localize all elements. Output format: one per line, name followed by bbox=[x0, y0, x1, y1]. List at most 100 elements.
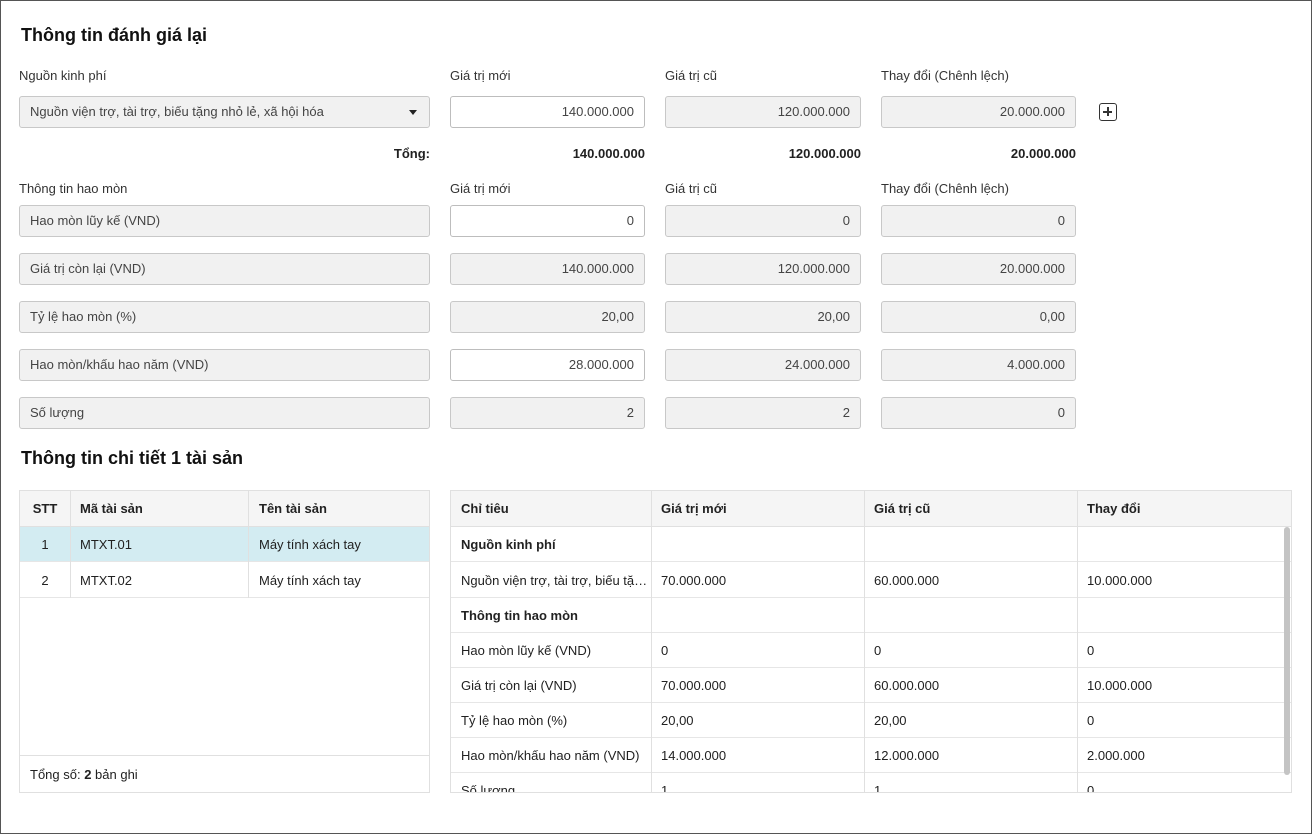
source-change-field: 20.000.000 bbox=[881, 96, 1076, 128]
asset-table: STT Mã tài sản Tên tài sản 1 MTXT.01 Máy… bbox=[19, 490, 430, 793]
total-change-value: 20.000.000 bbox=[1010, 146, 1076, 161]
row-indicator: Nguồn viện trợ, tài trợ, biếu tặng nhỏ l… bbox=[461, 573, 649, 588]
section-title-detail: Thông tin chi tiết 1 tài sản bbox=[21, 448, 244, 468]
total-old-value: 120.000.000 bbox=[788, 146, 861, 161]
row-change: 10.000.000 bbox=[1087, 678, 1153, 693]
source-old-value-field: 120.000.000 bbox=[665, 96, 861, 128]
row-stt: 1 bbox=[41, 537, 49, 552]
dep-quantity-change: 0 bbox=[881, 397, 1076, 429]
asset-table-header: STT Mã tài sản Tên tài sản bbox=[20, 491, 429, 527]
dep-label-annual: Hao mòn/khấu hao năm (VND) bbox=[19, 349, 430, 381]
row-asset-name: Máy tính xách tay bbox=[259, 537, 361, 552]
row-new: 0 bbox=[661, 643, 669, 658]
column-divider bbox=[1077, 491, 1078, 792]
dep-annual-change: 4.000.000 bbox=[881, 349, 1076, 381]
dep-label-quantity: Số lượng bbox=[19, 397, 430, 429]
label-dep-change: Thay đổi (Chênh lệch) bbox=[881, 181, 1009, 196]
asset-table-footer: Tổng số: 2 bản ghi bbox=[20, 755, 429, 792]
funding-source-select-value: Nguồn viện trợ, tài trợ, biếu tặng nhỏ l… bbox=[30, 104, 324, 119]
dep-remaining-new: 140.000.000 bbox=[450, 253, 645, 285]
row-new: 70.000.000 bbox=[661, 573, 727, 588]
dep-remaining-change: 20.000.000 bbox=[881, 253, 1076, 285]
dep-accumulated-change: 0 bbox=[881, 205, 1076, 237]
caret-down-icon bbox=[409, 110, 417, 115]
table-row[interactable]: 2 MTXT.02 Máy tính xách tay bbox=[20, 563, 429, 598]
revaluation-panel: Thông tin đánh giá lại Nguồn kinh phí Gi… bbox=[0, 0, 1312, 834]
label-dep-old: Giá trị cũ bbox=[665, 181, 718, 196]
plus-square-icon[interactable] bbox=[1099, 103, 1117, 121]
row-new: 14.000.000 bbox=[661, 748, 727, 763]
row-change: 0 bbox=[1087, 643, 1095, 658]
row-indicator: Nguồn kinh phí bbox=[461, 537, 556, 552]
indicator-table-header: Chỉ tiêu Giá trị mới Giá trị cũ Thay đổi bbox=[451, 491, 1291, 527]
row-change: 10.000.000 bbox=[1087, 573, 1153, 588]
dep-rate-change: 0,00 bbox=[881, 301, 1076, 333]
dep-remaining-old: 120.000.000 bbox=[665, 253, 861, 285]
row-stt: 2 bbox=[41, 573, 49, 588]
row-new: 20,00 bbox=[661, 713, 694, 728]
table-row-group: Nguồn kinh phí bbox=[451, 527, 1291, 562]
col-indicator[interactable]: Chỉ tiêu bbox=[461, 491, 641, 526]
label-change: Thay đổi (Chênh lệch) bbox=[881, 68, 1009, 83]
col-ind-change[interactable]: Thay đổi bbox=[1087, 491, 1277, 526]
dep-accumulated-old: 0 bbox=[665, 205, 861, 237]
column-divider bbox=[864, 491, 865, 792]
label-dep-new: Giá trị mới bbox=[450, 181, 511, 196]
source-new-value-input[interactable]: 140.000.000 bbox=[450, 96, 645, 128]
dep-label-accumulated: Hao mòn lũy kế (VND) bbox=[19, 205, 430, 237]
column-divider bbox=[248, 491, 249, 598]
row-new: 1 bbox=[661, 783, 669, 793]
col-ind-new[interactable]: Giá trị mới bbox=[661, 491, 851, 526]
row-indicator: Hao mòn/khấu hao năm (VND) bbox=[461, 748, 640, 763]
dep-label-rate: Tỷ lệ hao mòn (%) bbox=[19, 301, 430, 333]
row-change: 0 bbox=[1087, 713, 1095, 728]
row-new: 70.000.000 bbox=[661, 678, 727, 693]
table-row[interactable]: Tỷ lệ hao mòn (%) 20,00 20,00 0 bbox=[451, 703, 1291, 738]
table-row-group: Thông tin hao mòn bbox=[451, 598, 1291, 633]
footer-prefix: Tổng số: bbox=[30, 767, 85, 782]
column-divider bbox=[70, 491, 71, 598]
dep-annual-old: 24.000.000 bbox=[665, 349, 861, 381]
row-asset-name: Máy tính xách tay bbox=[259, 573, 361, 588]
table-row[interactable]: 1 MTXT.01 Máy tính xách tay bbox=[20, 527, 429, 562]
dep-quantity-old: 2 bbox=[665, 397, 861, 429]
total-new-value: 140.000.000 bbox=[572, 146, 645, 161]
column-divider bbox=[651, 491, 652, 792]
section-title-revaluation: Thông tin đánh giá lại bbox=[21, 25, 207, 45]
table-row[interactable]: Giá trị còn lại (VND) 70.000.000 60.000.… bbox=[451, 668, 1291, 703]
row-asset-code: MTXT.02 bbox=[80, 573, 133, 588]
row-indicator: Tỷ lệ hao mòn (%) bbox=[461, 713, 568, 728]
row-old: 60.000.000 bbox=[874, 678, 940, 693]
row-change: 2.000.000 bbox=[1087, 748, 1145, 763]
col-asset-name[interactable]: Tên tài sản bbox=[259, 491, 419, 526]
label-new-value: Giá trị mới bbox=[450, 68, 511, 83]
indicator-table[interactable]: Chỉ tiêu Giá trị mới Giá trị cũ Thay đổi… bbox=[450, 490, 1292, 793]
label-old-value: Giá trị cũ bbox=[665, 68, 718, 83]
label-depreciation: Thông tin hao mòn bbox=[19, 181, 128, 196]
row-change: 0 bbox=[1087, 783, 1095, 793]
footer-suffix: bản ghi bbox=[91, 767, 138, 782]
table-row[interactable]: Số lượng 1 1 0 bbox=[451, 773, 1291, 793]
row-asset-code: MTXT.01 bbox=[80, 537, 133, 552]
table-row[interactable]: Hao mòn/khấu hao năm (VND) 14.000.000 12… bbox=[451, 738, 1291, 773]
row-old: 60.000.000 bbox=[874, 573, 940, 588]
vertical-scrollbar[interactable] bbox=[1284, 527, 1290, 775]
row-old: 20,00 bbox=[874, 713, 907, 728]
label-source: Nguồn kinh phí bbox=[19, 68, 107, 83]
col-asset-code[interactable]: Mã tài sản bbox=[80, 491, 240, 526]
dep-annual-new-input[interactable]: 28.000.000 bbox=[450, 349, 645, 381]
row-indicator: Giá trị còn lại (VND) bbox=[461, 678, 577, 693]
total-label: Tổng: bbox=[393, 146, 430, 161]
dep-rate-new: 20,00 bbox=[450, 301, 645, 333]
funding-source-select[interactable]: Nguồn viện trợ, tài trợ, biếu tặng nhỏ l… bbox=[19, 96, 430, 128]
row-indicator: Thông tin hao mòn bbox=[461, 608, 578, 623]
row-indicator: Hao mòn lũy kế (VND) bbox=[461, 643, 592, 658]
table-row[interactable]: Hao mòn lũy kế (VND) 0 0 0 bbox=[451, 633, 1291, 668]
row-old: 0 bbox=[874, 643, 882, 658]
dep-accumulated-new-input[interactable]: 0 bbox=[450, 205, 645, 237]
col-stt[interactable]: STT bbox=[20, 491, 70, 526]
dep-quantity-new: 2 bbox=[450, 397, 645, 429]
dep-label-remaining: Giá trị còn lại (VND) bbox=[19, 253, 430, 285]
table-row[interactable]: Nguồn viện trợ, tài trợ, biếu tặng nhỏ l… bbox=[451, 563, 1291, 598]
col-ind-old[interactable]: Giá trị cũ bbox=[874, 491, 1064, 526]
